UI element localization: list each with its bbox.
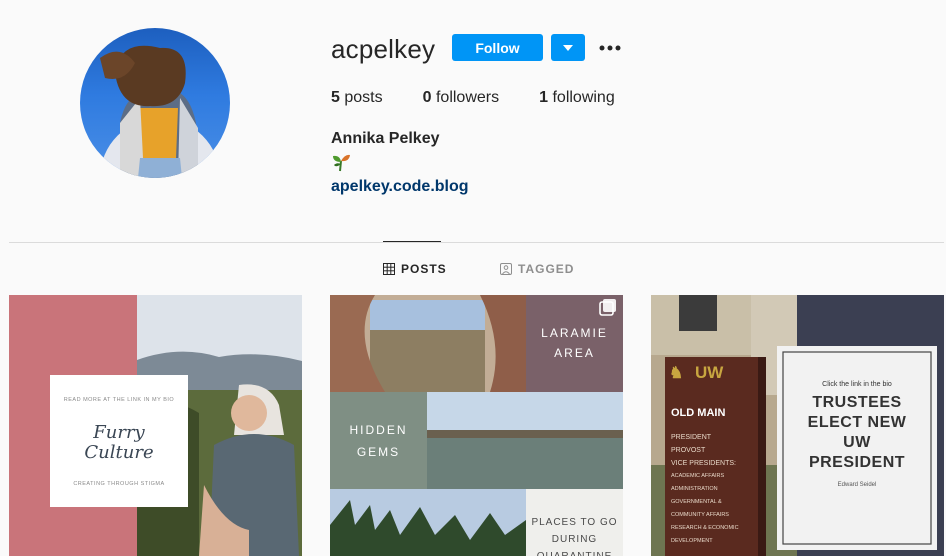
ellipsis-icon (599, 45, 621, 51)
follow-button[interactable]: Follow (452, 34, 543, 61)
profile-stats: 5 posts 0 followers 1 following (331, 89, 655, 107)
post3-sign-title: OLD MAIN (671, 407, 726, 419)
post3-sign-line: DEVELOPMENT (671, 538, 713, 544)
profile-full-name: Annika Pelkey (331, 130, 440, 147)
post2-label-laramie-line1: LARAMIE (541, 326, 608, 340)
grid-icon (383, 263, 395, 275)
following-label: following (552, 89, 615, 106)
post2-label-hidden-gems-line2: GEMS (356, 445, 401, 459)
bucking-horse-logo-icon: ♞ (669, 365, 684, 382)
post-laramie-area[interactable]: LARAMIE AREA HIDDEN GEMS PLACES TO GO DU… (330, 295, 623, 556)
plant-sprout-icon (331, 152, 351, 172)
post3-sign-line: PRESIDENT (671, 434, 712, 441)
post1-card-bottom: CREATING THROUGH STIGMA (73, 481, 165, 487)
post2-label-places: PLACES TO GO DURING QUARANTINE (526, 514, 623, 556)
post3-card-top: Click the link in the bio (822, 381, 892, 388)
post3-sign-line: GOVERNMENTAL & (671, 499, 722, 505)
profile-username: acpelkey (331, 34, 436, 64)
followers-stat[interactable]: 0 followers (423, 89, 500, 107)
post3-card-headline: TRUSTEES ELECT NEW UW PRESIDENT (783, 393, 931, 473)
active-tab-indicator (383, 241, 441, 242)
post3-sign-directory: PRESIDENT PROVOST VICE PRESIDENTS: ACADE… (671, 431, 761, 548)
followers-label: followers (435, 89, 500, 106)
post3-card-headline-line1: TRUSTEES (812, 394, 902, 411)
caret-down-icon (563, 44, 573, 51)
tab-posts-label: POSTS (401, 262, 447, 276)
post1-card-title-line1: Furry (93, 422, 145, 443)
post2-label-places-line1: PLACES TO GO (531, 517, 618, 528)
post3-card-byline: Edward Seidel (837, 482, 877, 488)
following-stat[interactable]: 1 following (539, 89, 615, 107)
post1-card-top: READ MORE AT THE LINK IN MY BIO (63, 397, 175, 403)
tag-icon (500, 263, 512, 275)
avatar-photo (100, 45, 220, 178)
carousel-icon (600, 299, 616, 315)
suggested-dropdown-button[interactable] (551, 34, 585, 61)
post3-card-headline-line4: PRESIDENT (808, 454, 906, 471)
tab-posts[interactable]: POSTS (383, 262, 447, 276)
profile-avatar[interactable] (80, 28, 230, 178)
post3-sign-line: ACADEMIC AFFAIRS (671, 473, 725, 479)
tab-tagged-label: TAGGED (518, 262, 575, 276)
posts-label: posts (344, 89, 383, 106)
post3-sign-line: PROVOST (671, 447, 706, 454)
posts-stat: 5 posts (331, 89, 383, 107)
post2-label-places-line2: DURING (551, 534, 598, 545)
post2-label-hidden-gems-line1: HIDDEN (349, 423, 408, 437)
post1-card-title: Furry Culture (50, 423, 188, 463)
post3-sign-line: ADMINISTRATION (671, 486, 718, 492)
post2-label-hidden-gems: HIDDEN GEMS (330, 419, 427, 463)
posts-count: 5 (331, 89, 340, 106)
post-trustees-elect[interactable]: ♞ UW OLD MAIN PRESIDENT PROVOST VICE PRE… (651, 295, 944, 556)
post3-sign-line: VICE PRESIDENTS: (671, 460, 736, 467)
post1-card-title-line2: Culture (84, 442, 154, 463)
following-count: 1 (539, 89, 549, 106)
post2-label-laramie-line2: AREA (554, 346, 595, 360)
post3-sign-line: RESEARCH & ECONOMIC (671, 525, 739, 531)
post-furry-culture[interactable]: READ MORE AT THE LINK IN MY BIO Furry Cu… (9, 295, 302, 556)
post3-card-headline-line2: ELECT NEW (807, 414, 907, 431)
post3-card-headline-line3: UW (843, 434, 871, 451)
tab-tagged[interactable]: TAGGED (500, 262, 574, 276)
post3-sign-line: COMMUNITY AFFAIRS (671, 512, 729, 518)
profile-website-link[interactable]: apelkey.code.blog (331, 178, 469, 196)
more-options-button[interactable] (598, 38, 622, 58)
post3-sign-logo: UW (695, 363, 724, 382)
post2-label-laramie: LARAMIE AREA (526, 323, 623, 363)
tabs-divider (9, 242, 944, 243)
followers-count: 0 (422, 89, 432, 106)
post2-label-places-line3: QUARANTINE (526, 548, 623, 556)
